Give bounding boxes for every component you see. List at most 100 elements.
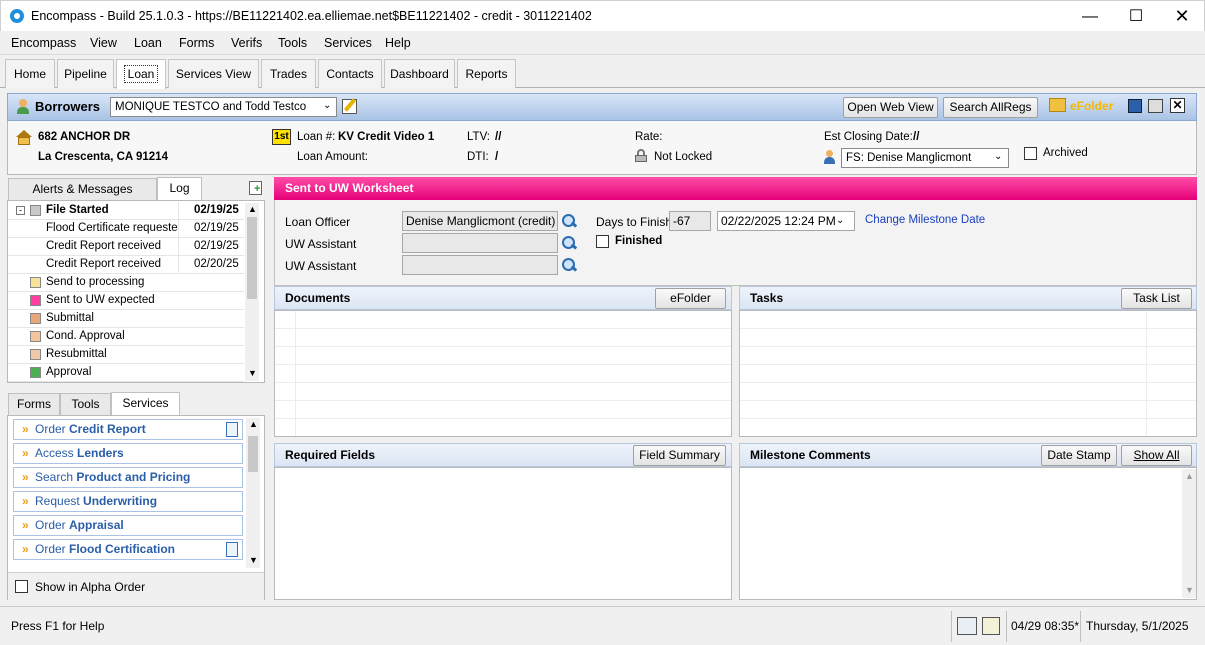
service-item-prefix: Access xyxy=(35,446,78,460)
service-item[interactable]: » Order Credit Report xyxy=(13,419,243,440)
service-item[interactable]: » Order Appraisal xyxy=(13,515,243,536)
service-item[interactable]: » Order Flood Certification xyxy=(13,539,243,560)
field-summary-button[interactable]: Field Summary xyxy=(633,445,726,466)
service-item[interactable]: » Access Lenders xyxy=(13,443,243,464)
scroll-up-icon[interactable]: ▲ xyxy=(1185,471,1194,481)
notes-icon[interactable] xyxy=(982,617,1000,635)
double-chevron-icon: » xyxy=(22,494,29,508)
service-item[interactable]: » Request Underwriting xyxy=(13,491,243,512)
tab-forms[interactable]: Forms xyxy=(8,393,60,415)
open-web-view-button[interactable]: Open Web View xyxy=(843,97,938,118)
double-chevron-icon: » xyxy=(22,542,29,556)
tab-pipeline[interactable]: Pipeline xyxy=(57,59,114,88)
house-icon xyxy=(16,130,32,145)
loan-number-label: Loan #: xyxy=(297,131,336,143)
log-row[interactable]: Send to processing xyxy=(8,274,244,292)
efolder-icon[interactable] xyxy=(1049,98,1066,112)
maximize-icon[interactable]: ☐ xyxy=(1113,1,1159,32)
log-row[interactable]: Credit Report received 02/20/25 xyxy=(8,256,244,274)
collapse-icon[interactable]: - xyxy=(16,206,25,215)
log-row[interactable]: Cond. Approval xyxy=(8,328,244,346)
uw-assistant-field[interactable] xyxy=(402,233,558,253)
log-row-label: Approval xyxy=(46,366,92,378)
lock-icon xyxy=(635,149,647,162)
log-row[interactable]: Resubmittal xyxy=(8,346,244,364)
borrower-select[interactable]: MONIQUE TESTCO and Todd Testco ⌄ xyxy=(110,97,337,117)
file-starter-select[interactable]: FS: Denise Manglicmont ⌄ xyxy=(841,148,1009,168)
menu-services[interactable]: Services xyxy=(324,36,372,50)
tab-dashboard[interactable]: Dashboard xyxy=(384,59,455,88)
menu-help[interactable]: Help xyxy=(385,36,411,50)
log-row[interactable]: - File Started 02/19/25 xyxy=(8,202,244,220)
tab-log[interactable]: Log xyxy=(157,177,202,200)
tab-home[interactable]: Home xyxy=(5,59,55,88)
closing-date-value: // xyxy=(913,131,920,143)
finish-date-field[interactable]: 02/22/2025 12:24 PM ⌄ xyxy=(717,211,855,231)
log-row[interactable]: Credit Report received 02/19/25 xyxy=(8,238,244,256)
tab-services-view[interactable]: Services View xyxy=(168,59,259,88)
scroll-up-icon[interactable]: ▲ xyxy=(249,419,258,429)
tab-alerts-messages[interactable]: Alerts & Messages xyxy=(8,178,157,200)
service-item-name: Lenders xyxy=(77,446,124,460)
days-to-finish-field[interactable]: -67 xyxy=(669,211,711,231)
efolder-link[interactable]: eFolder xyxy=(1070,99,1113,113)
task-list-button[interactable]: Task List xyxy=(1121,288,1192,309)
show-all-button[interactable]: Show All xyxy=(1121,445,1192,466)
close-loan-icon[interactable]: ✕ xyxy=(1170,98,1185,113)
menu-bar: Encompass View Loan Forms Verifs Tools S… xyxy=(0,31,1205,55)
loan-amount-label: Loan Amount: xyxy=(297,151,368,163)
tab-trades[interactable]: Trades xyxy=(261,59,316,88)
loan-officer-field[interactable]: Denise Manglicmont (credit) xyxy=(402,211,558,231)
menu-encompass[interactable]: Encompass xyxy=(11,36,76,50)
add-log-icon[interactable]: + xyxy=(249,181,262,195)
search-uw-assistant-2-icon[interactable] xyxy=(561,257,577,273)
search-allregs-button[interactable]: Search AllRegs xyxy=(943,97,1038,118)
scroll-down-icon[interactable]: ▼ xyxy=(249,555,258,565)
service-item-label: Search Product and Pricing xyxy=(35,468,190,487)
service-item[interactable]: » Search Product and Pricing xyxy=(13,467,243,488)
log-scrollbar[interactable]: ▲ ▼ xyxy=(245,203,259,381)
log-row[interactable]: Sent to UW expected xyxy=(8,292,244,310)
services-scrollbar[interactable]: ▲ ▼ xyxy=(246,418,260,568)
tab-tools[interactable]: Tools xyxy=(60,393,111,415)
alpha-order-checkbox[interactable] xyxy=(15,580,28,593)
minimize-icon[interactable]: — xyxy=(1067,1,1113,32)
scroll-up-icon[interactable]: ▲ xyxy=(248,204,257,214)
log-row-label: Cond. Approval xyxy=(46,330,125,342)
comments-scrollbar[interactable]: ▲ ▼ xyxy=(1182,469,1196,598)
milestone-color-icon xyxy=(30,367,41,378)
service-item-prefix: Order xyxy=(35,542,70,556)
log-row[interactable]: Approval xyxy=(8,364,244,382)
tab-reports[interactable]: Reports xyxy=(457,59,516,88)
log-row[interactable]: Submittal xyxy=(8,310,244,328)
tab-contacts[interactable]: Contacts xyxy=(318,59,382,88)
edit-borrower-icon[interactable] xyxy=(342,98,357,114)
menu-view[interactable]: View xyxy=(90,36,117,50)
efolder-button[interactable]: eFolder xyxy=(655,288,726,309)
milestone-comments-box[interactable]: ▲ ▼ xyxy=(739,467,1197,600)
menu-verifs[interactable]: Verifs xyxy=(231,36,262,50)
log-row-label: Flood Certificate requested xyxy=(46,222,178,234)
menu-tools[interactable]: Tools xyxy=(278,36,307,50)
tab-loan[interactable]: Loan xyxy=(116,59,166,89)
scroll-down-icon[interactable]: ▼ xyxy=(248,368,257,378)
calendar-clock-icon[interactable] xyxy=(957,617,977,635)
tasks-grid xyxy=(739,310,1197,437)
search-loan-officer-icon[interactable] xyxy=(561,213,577,229)
date-stamp-button[interactable]: Date Stamp xyxy=(1041,445,1117,466)
tab-services[interactable]: Services xyxy=(111,392,180,415)
close-icon[interactable]: ✕ xyxy=(1159,1,1205,32)
log-row[interactable]: Flood Certificate requested 02/19/25 xyxy=(8,220,244,238)
print-icon[interactable] xyxy=(1148,99,1163,113)
archived-checkbox[interactable] xyxy=(1024,147,1037,160)
uw-assistant-2-field[interactable] xyxy=(402,255,558,275)
menu-loan[interactable]: Loan xyxy=(134,36,162,50)
borrower-person-icon xyxy=(16,99,30,114)
menu-forms[interactable]: Forms xyxy=(179,36,214,50)
finished-checkbox[interactable] xyxy=(596,235,609,248)
milestone-color-icon xyxy=(30,313,41,324)
search-uw-assistant-icon[interactable] xyxy=(561,235,577,251)
save-icon[interactable] xyxy=(1128,99,1142,113)
change-milestone-date-link[interactable]: Change Milestone Date xyxy=(865,214,985,226)
scroll-down-icon[interactable]: ▼ xyxy=(1185,585,1194,595)
